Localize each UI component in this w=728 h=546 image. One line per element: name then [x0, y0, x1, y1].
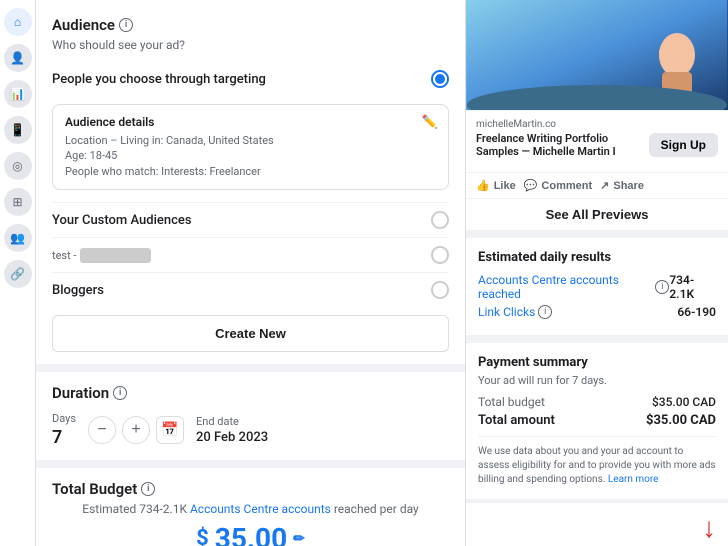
- share-icon: ↗: [600, 179, 609, 192]
- budget-section: Total Budget i Estimated 734-2.1K Accoun…: [52, 480, 449, 546]
- sidebar-phone-icon[interactable]: 📱: [4, 116, 32, 144]
- days-value: 7: [52, 427, 76, 448]
- days-input-group: Days 7: [52, 412, 76, 448]
- ad-image: [466, 0, 728, 110]
- ad-reactions: 👍 Like 💬 Comment ↗ Share: [466, 172, 728, 198]
- accounts-link[interactable]: Accounts Centre accounts: [190, 502, 331, 516]
- accounts-reached-label: Accounts Centre accounts reached i: [478, 273, 669, 301]
- end-date-group: End date 20 Feb 2023: [196, 415, 268, 445]
- share-button[interactable]: ↗ Share: [600, 179, 644, 192]
- bloggers-label: Bloggers: [52, 283, 104, 298]
- calendar-icon[interactable]: 📅: [156, 416, 184, 444]
- ad-title-text: Freelance Writing Portfolio Samples — Mi…: [476, 132, 649, 158]
- duration-section: Duration i Days 7 − + 📅 End date 20 Feb …: [52, 384, 449, 448]
- audience-interests: People who match: Interests: Freelancer: [65, 164, 436, 179]
- increment-days-button[interactable]: +: [122, 416, 150, 444]
- accounts-info-icon[interactable]: i: [655, 280, 669, 294]
- audience-details-box: Audience details Location – Living in: C…: [52, 104, 449, 190]
- divider-2: [36, 460, 465, 468]
- sidebar-person-icon[interactable]: 👤: [4, 44, 32, 72]
- payment-total-value: $35.00 CAD: [646, 413, 716, 428]
- ad-preview: AirDrop Michelle Martin would like to sh…: [466, 0, 728, 230]
- main-content: Audience i Who should see your ad? Peopl…: [36, 0, 728, 546]
- budget-title: Total Budget i: [52, 480, 449, 498]
- create-new-button[interactable]: Create New: [52, 315, 449, 352]
- arrow-indicator: ↓: [466, 503, 728, 546]
- budget-info-icon[interactable]: i: [141, 482, 155, 496]
- accounts-results-row: Accounts Centre accounts reached i 734-2…: [478, 273, 716, 301]
- targeting-radio-selected[interactable]: [431, 70, 449, 88]
- like-button[interactable]: 👍 Like: [476, 179, 516, 192]
- divider-1: [36, 364, 465, 372]
- custom-audiences-radio[interactable]: [431, 211, 449, 229]
- audience-test-radio[interactable]: [431, 246, 449, 264]
- estimated-reach-text: Estimated 734-2.1K Accounts Centre accou…: [52, 502, 449, 516]
- signup-button[interactable]: Sign Up: [649, 133, 718, 157]
- decrement-days-button[interactable]: −: [88, 416, 116, 444]
- payment-total-label: Total amount: [478, 413, 555, 428]
- link-clicks-info-icon[interactable]: i: [538, 305, 552, 319]
- ad-url: michelleMartin.co: [476, 119, 718, 130]
- sidebar-circle-icon[interactable]: ◎: [4, 152, 32, 180]
- custom-audiences-label: Your Custom Audiences: [52, 213, 192, 228]
- custom-audiences-header: Your Custom Audiences: [52, 202, 449, 237]
- payment-total-row: Total amount $35.00 CAD: [478, 413, 716, 428]
- days-label: Days: [52, 412, 76, 425]
- edit-budget-icon[interactable]: ✏: [293, 531, 305, 546]
- link-clicks-row: Link Clicks i 66-190: [478, 305, 716, 319]
- sidebar-home-icon[interactable]: ⌂: [4, 8, 32, 36]
- audience-edit-icon[interactable]: ✏️: [422, 115, 438, 130]
- like-icon: 👍: [476, 179, 490, 192]
- currency-symbol: $: [196, 526, 209, 546]
- estimated-results-panel: Estimated daily results Accounts Centre …: [466, 238, 728, 335]
- ad-title-row: Freelance Writing Portfolio Samples — Mi…: [476, 132, 718, 158]
- audience-item-bloggers[interactable]: Bloggers: [52, 272, 449, 307]
- sidebar-users-icon[interactable]: 👥: [4, 224, 32, 252]
- duration-row: Days 7 − + 📅 End date 20 Feb 2023: [52, 412, 449, 448]
- link-clicks-value: 66-190: [677, 305, 716, 319]
- sidebar-link-icon[interactable]: 🔗: [4, 260, 32, 288]
- learn-more-link[interactable]: Learn more: [608, 474, 659, 485]
- bloggers-radio[interactable]: [431, 281, 449, 299]
- duration-title: Duration i: [52, 384, 449, 402]
- payment-notice: We use data about you and your ad accoun…: [478, 436, 716, 487]
- targeting-radio-option[interactable]: People you choose through targeting: [52, 62, 449, 96]
- sidebar: ⌂ 👤 📊 📱 ◎ ⊞ 👥 🔗: [0, 0, 36, 546]
- audience-subtitle: Who should see your ad?: [52, 38, 449, 52]
- budget-value: 35.00: [215, 522, 287, 546]
- end-date-value: 20 Feb 2023: [196, 430, 268, 445]
- stepper-group: − + 📅: [88, 416, 184, 444]
- sidebar-grid-icon[interactable]: ⊞: [4, 188, 32, 216]
- audience-age: Age: 18-45: [65, 148, 436, 163]
- accounts-reached-value: 734-2.1K: [669, 273, 716, 301]
- left-panel: Audience i Who should see your ad? Peopl…: [36, 0, 466, 546]
- payment-summary-panel: Payment summary Your ad will run for 7 d…: [466, 343, 728, 499]
- end-date-label: End date: [196, 415, 268, 428]
- audience-item-test[interactable]: test - ████████: [52, 237, 449, 272]
- audience-title: Audience i: [52, 16, 449, 34]
- link-clicks-label: Link Clicks i: [478, 305, 552, 319]
- results-title: Estimated daily results: [478, 250, 716, 265]
- targeting-radio-label: People you choose through targeting: [52, 72, 266, 87]
- see-all-previews-button[interactable]: See All Previews: [466, 198, 728, 230]
- duration-info-icon[interactable]: i: [113, 386, 127, 400]
- comment-icon: 💬: [524, 179, 538, 192]
- down-arrow-icon[interactable]: ↓: [702, 511, 716, 544]
- audience-section: Audience i Who should see your ad? Peopl…: [52, 16, 449, 352]
- audience-details-title: Audience details: [65, 115, 436, 129]
- audience-location: Location – Living in: Canada, United Sta…: [65, 133, 436, 148]
- payment-budget-row: Total budget $35.00 CAD: [478, 395, 716, 409]
- payment-budget-value: $35.00 CAD: [652, 395, 716, 409]
- right-panel: AirDrop Michelle Martin would like to sh…: [466, 0, 728, 546]
- audience-test-label: test - ████████: [52, 248, 151, 263]
- sidebar-chart-icon[interactable]: 📊: [4, 80, 32, 108]
- budget-amount: $ 35.00 ✏: [52, 522, 449, 546]
- ad-footer: michelleMartin.co Freelance Writing Port…: [466, 110, 728, 172]
- payment-title: Payment summary: [478, 355, 716, 370]
- blurred-name: ████████: [80, 248, 150, 263]
- audience-info-icon[interactable]: i: [119, 18, 133, 32]
- payment-budget-label: Total budget: [478, 395, 545, 409]
- payment-subtitle: Your ad will run for 7 days.: [478, 374, 716, 387]
- comment-button[interactable]: 💬 Comment: [524, 179, 592, 192]
